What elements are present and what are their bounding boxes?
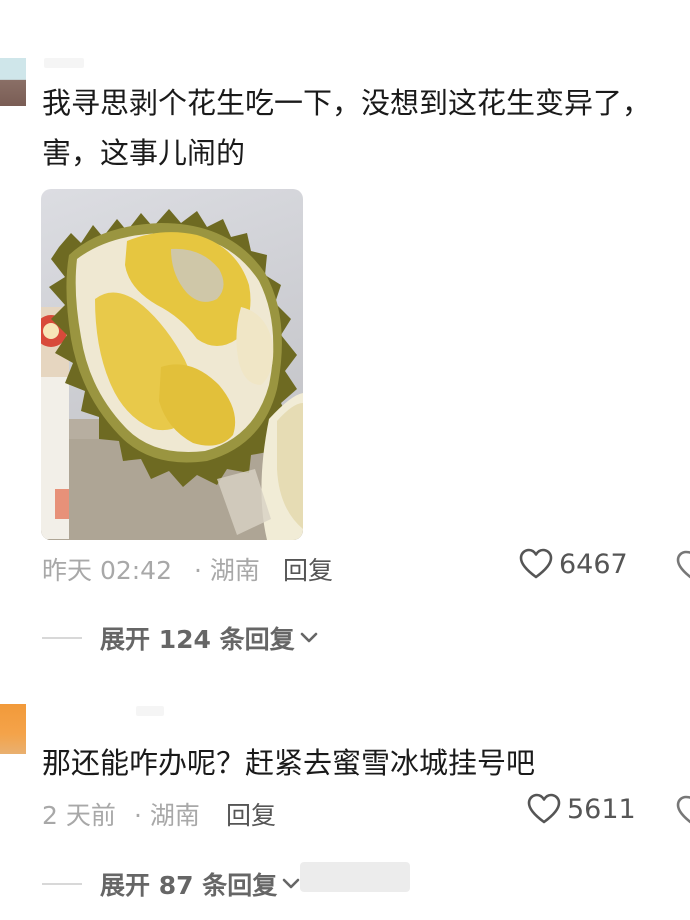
reply-button[interactable]: 回复 [283,551,333,587]
expand-replies-label: 展开 87 条回复 [100,871,278,900]
comment-text: 我寻思剥个花生吃一下，没想到这花生变异了， 害，这事儿闹的 [42,86,652,170]
like-button[interactable]: 5611 [527,793,636,825]
heart-outline-icon [527,793,561,824]
reply-button[interactable]: 回复 [226,796,276,832]
comment-time: 昨天 02:42 [42,556,172,585]
expand-replies-button[interactable]: 展开 87 条回复 [42,866,301,902]
avatar[interactable] [0,704,26,754]
comment-location: · 湖南 [134,801,200,830]
comment-text: 那还能咋办呢？赶紧去蜜雪冰城挂号吧 [42,746,536,780]
divider [42,637,82,639]
chevron-down-icon [282,878,300,889]
durian-photo-icon [41,209,303,540]
like-button[interactable]: 6467 [519,548,628,580]
expand-replies-label: 展开 124 条回复 [100,625,295,654]
heart-outline-icon [519,548,553,579]
expand-replies-button[interactable]: 展开 124 条回复 [42,620,319,656]
chevron-down-icon [300,632,317,643]
watermark [300,862,410,892]
comment-time: 2 天前 [42,801,116,830]
comment-location: · 湖南 [194,556,260,585]
username-placeholder[interactable] [136,706,164,716]
avatar[interactable] [0,58,26,106]
divider [42,883,82,885]
like-count: 6467 [559,548,628,580]
username-placeholder[interactable] [44,58,84,68]
dislike-button[interactable] [676,795,690,831]
heart-outline-icon [676,795,690,824]
heart-outline-icon [676,550,690,579]
comment-image[interactable] [41,189,303,540]
dislike-button[interactable] [676,550,690,586]
like-count: 5611 [567,793,636,825]
